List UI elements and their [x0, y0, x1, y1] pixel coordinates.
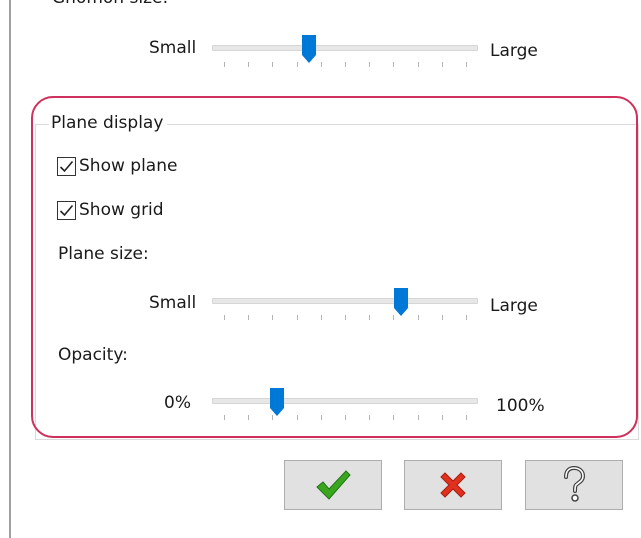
slider-tick [272, 62, 274, 67]
slider-thumb[interactable] [393, 287, 409, 317]
slider-tick [393, 62, 395, 67]
show-plane-label: Show plane [79, 156, 178, 176]
slider-tick [320, 415, 322, 420]
opacity-label: Opacity: [58, 345, 128, 365]
green-check-icon [316, 470, 351, 500]
slider-tick [296, 315, 298, 320]
slider-tick [248, 315, 250, 320]
slider-tick [345, 415, 346, 420]
slider-tick [248, 415, 250, 420]
help-button[interactable] [525, 460, 623, 510]
slider-track [212, 45, 478, 51]
show-grid-label: Show grid [79, 200, 164, 220]
slider-tick [441, 315, 443, 320]
slider-ticks [212, 62, 478, 68]
plane-size-min-label: Small [149, 293, 197, 313]
checkbox-box[interactable] [57, 156, 76, 176]
slider-tick [369, 415, 371, 420]
slider-tick [417, 415, 419, 420]
plane-size-slider[interactable] [212, 287, 478, 329]
slider-thumb[interactable] [269, 387, 285, 417]
opacity-max-label: 100% [496, 396, 545, 416]
plane-display-legend: Plane display [49, 113, 168, 133]
question-mark-icon [564, 465, 586, 502]
show-grid-checkbox[interactable]: Show grid [57, 198, 164, 222]
ok-button[interactable] [284, 460, 382, 510]
slider-tick [466, 415, 467, 420]
slider-tick [345, 62, 346, 67]
slider-tick [369, 62, 371, 67]
slider-tick [296, 62, 298, 67]
dialog-left-edge [9, 0, 11, 538]
slider-tick [369, 315, 371, 320]
cancel-button[interactable] [404, 460, 502, 510]
slider-tick [248, 62, 250, 67]
slider-thumb[interactable] [301, 34, 317, 64]
slider-tick [272, 315, 274, 320]
slider-ticks [212, 415, 478, 421]
slider-tick [417, 315, 419, 320]
slider-tick [224, 315, 225, 320]
red-x-icon [440, 472, 466, 498]
checkmark-icon [59, 160, 74, 172]
slider-ticks [212, 315, 478, 321]
plane-size-label: Plane size: [58, 244, 149, 264]
opacity-min-label: 0% [164, 393, 191, 413]
gnomon-size-label: Gnomon size: [52, 0, 168, 8]
gnomon-size-min-label: Small [149, 38, 197, 58]
slider-tick [393, 415, 395, 420]
slider-tick [466, 315, 467, 320]
slider-tick [224, 415, 225, 420]
checkbox-box[interactable] [57, 200, 76, 220]
slider-tick [466, 62, 467, 67]
slider-tick [417, 62, 419, 67]
slider-tick [320, 62, 322, 67]
opacity-slider[interactable] [212, 387, 478, 429]
checkmark-icon [59, 204, 74, 216]
slider-tick [441, 415, 443, 420]
slider-tick [296, 415, 298, 420]
slider-tick [345, 315, 346, 320]
gnomon-size-max-label: Large [490, 41, 538, 61]
slider-tick [224, 62, 225, 67]
slider-track [212, 398, 478, 404]
slider-tick [320, 315, 322, 320]
slider-track [212, 298, 478, 304]
plane-size-max-label: Large [490, 296, 538, 316]
slider-tick [441, 62, 443, 67]
gnomon-size-slider[interactable] [212, 34, 478, 76]
show-plane-checkbox[interactable]: Show plane [57, 154, 177, 178]
